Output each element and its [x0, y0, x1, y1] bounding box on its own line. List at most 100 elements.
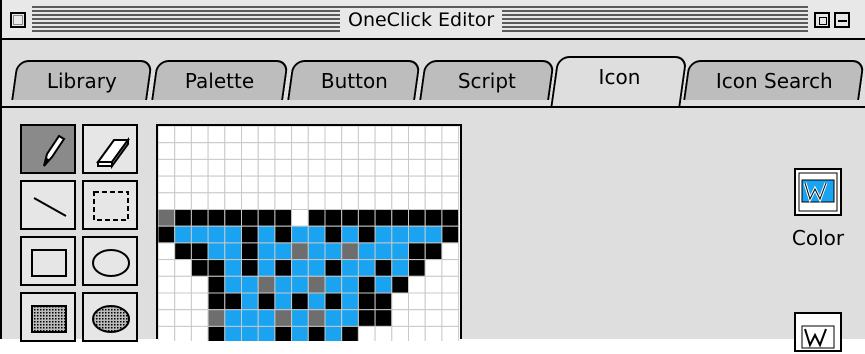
pixel-cell[interactable] — [274, 209, 293, 227]
pixel-cell[interactable] — [257, 209, 276, 227]
tab-library[interactable]: Library — [11, 60, 153, 100]
pixel-cell[interactable] — [224, 225, 243, 244]
pixel-cell[interactable] — [291, 142, 309, 160]
pixel-cell[interactable] — [241, 209, 259, 227]
pixel-cell[interactable] — [341, 242, 359, 261]
pixel-cell[interactable] — [241, 142, 259, 160]
color-icon-preview[interactable] — [794, 168, 842, 216]
pixel-cell[interactable] — [324, 209, 343, 227]
pixel-cell[interactable] — [207, 209, 226, 227]
pixel-cell[interactable] — [274, 192, 293, 211]
pixel-cell[interactable] — [274, 158, 293, 177]
pixel-cell[interactable] — [441, 242, 460, 261]
pixel-cell[interactable] — [374, 209, 393, 227]
tab-palette[interactable]: Palette — [151, 60, 289, 100]
pixel-cell[interactable] — [341, 192, 359, 211]
pixel-cell[interactable] — [274, 175, 293, 194]
pixel-cell[interactable] — [207, 192, 226, 211]
pixel-cell[interactable] — [174, 259, 192, 277]
pixel-cell[interactable] — [158, 309, 176, 327]
pixel-cell[interactable] — [324, 225, 343, 244]
pixel-cell[interactable] — [357, 225, 376, 244]
pixel-cell[interactable] — [408, 259, 426, 277]
pixel-cell[interactable] — [391, 309, 410, 327]
zoom-box-icon[interactable] — [814, 12, 830, 28]
pixel-cell[interactable] — [374, 242, 393, 261]
pixel-cell[interactable] — [257, 158, 276, 177]
pixel-cell[interactable] — [257, 225, 276, 244]
pixel-cell[interactable] — [241, 259, 259, 277]
pixel-cell[interactable] — [274, 292, 293, 311]
pixel-cell[interactable] — [274, 242, 293, 261]
pixel-cell[interactable] — [374, 309, 393, 327]
pixel-cell[interactable] — [357, 209, 376, 227]
pixel-cell[interactable] — [391, 225, 410, 244]
pixel-cell[interactable] — [291, 309, 309, 327]
pixel-cell[interactable] — [391, 275, 410, 294]
pixel-cell[interactable] — [424, 192, 443, 211]
pixel-cell[interactable] — [408, 142, 426, 160]
pixel-cell[interactable] — [324, 309, 343, 327]
pixel-cell[interactable] — [424, 309, 443, 327]
pixel-cell[interactable] — [207, 225, 226, 244]
pixel-cell[interactable] — [408, 158, 426, 177]
pixel-cell[interactable] — [341, 292, 359, 311]
marquee-tool[interactable] — [82, 180, 138, 230]
tab-button[interactable]: Button — [287, 60, 421, 100]
pixel-cell[interactable] — [224, 142, 243, 160]
pixel-cell[interactable] — [307, 209, 326, 227]
pixel-cell[interactable] — [374, 225, 393, 244]
pixel-cell[interactable] — [324, 192, 343, 211]
pixel-cell[interactable] — [257, 192, 276, 211]
pixel-cell[interactable] — [291, 175, 309, 194]
pixel-cell[interactable] — [441, 309, 460, 327]
pixel-cell[interactable] — [158, 126, 176, 144]
pixel-cell[interactable] — [391, 158, 410, 177]
pixel-cell[interactable] — [190, 192, 209, 211]
pixel-cell[interactable] — [190, 175, 209, 194]
pixel-cell[interactable] — [341, 209, 359, 227]
pixel-cell[interactable] — [391, 175, 410, 194]
pixel-cell[interactable] — [291, 292, 309, 311]
pixel-cell[interactable] — [257, 126, 276, 144]
pixel-cell[interactable] — [158, 242, 176, 261]
pixel-cell[interactable] — [241, 175, 259, 194]
pixel-cell[interactable] — [341, 225, 359, 244]
pixel-cell[interactable] — [207, 292, 226, 311]
pixel-cell[interactable] — [158, 259, 176, 277]
pixel-cell[interactable] — [408, 309, 426, 327]
pixel-cell[interactable] — [341, 142, 359, 160]
pixel-cell[interactable] — [207, 158, 226, 177]
pixel-cell[interactable] — [224, 275, 243, 294]
pixel-cell[interactable] — [190, 309, 209, 327]
pixel-cell[interactable] — [174, 292, 192, 311]
title-bar[interactable]: OneClick Editor — [2, 0, 865, 40]
close-box-icon[interactable] — [10, 12, 26, 28]
pixel-cell[interactable] — [174, 142, 192, 160]
pixel-cell[interactable] — [341, 126, 359, 144]
pixel-cell[interactable] — [391, 142, 410, 160]
pixel-cell[interactable] — [190, 259, 209, 277]
pixel-cell[interactable] — [190, 225, 209, 244]
pixel-cell[interactable] — [307, 158, 326, 177]
pixel-cell[interactable] — [324, 259, 343, 277]
pixel-cell[interactable] — [357, 192, 376, 211]
pixel-cell[interactable] — [190, 275, 209, 294]
pixel-cell[interactable] — [441, 142, 460, 160]
pixel-cell[interactable] — [307, 142, 326, 160]
pixel-cell[interactable] — [224, 175, 243, 194]
pixel-cell[interactable] — [224, 309, 243, 327]
pixel-cell[interactable] — [324, 142, 343, 160]
pixel-cell[interactable] — [207, 126, 226, 144]
pixel-cell[interactable] — [174, 175, 192, 194]
pixel-cell[interactable] — [174, 225, 192, 244]
pixel-cell[interactable] — [224, 209, 243, 227]
pixel-cell[interactable] — [307, 175, 326, 194]
pixel-cell[interactable] — [324, 275, 343, 294]
pixel-cell[interactable] — [307, 292, 326, 311]
pixel-cell[interactable] — [274, 309, 293, 327]
pixel-cell[interactable] — [174, 275, 192, 294]
pixel-cell[interactable] — [408, 192, 426, 211]
pixel-cell[interactable] — [158, 225, 176, 244]
pixel-cell[interactable] — [207, 309, 226, 327]
